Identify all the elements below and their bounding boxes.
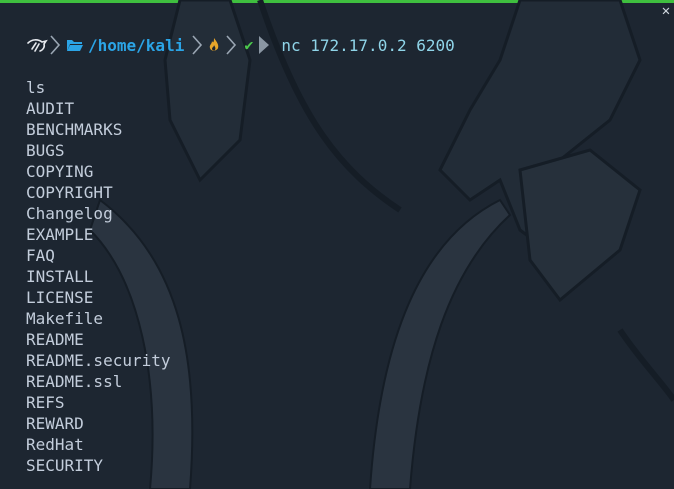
output-line: RedHat [26, 435, 84, 454]
output-line: README [26, 330, 84, 349]
output-line: BENCHMARKS [26, 120, 123, 139]
output-line: BUGS [26, 141, 65, 160]
close-icon[interactable]: ✕ [658, 4, 674, 18]
folder-open-icon [66, 34, 84, 56]
output-line: COPYRIGHT [26, 183, 113, 202]
segment-separator-icon [50, 35, 61, 55]
output-line: AUDIT [26, 99, 75, 118]
flame-icon [208, 34, 220, 56]
segment-separator-icon [226, 35, 237, 55]
terminal-window[interactable]: ✕ /home/kali ✔ nc 172.17.0.2 6200 ls AUD… [0, 0, 674, 489]
check-icon: ✔ [244, 36, 254, 54]
output-line: ls [26, 78, 46, 97]
output-line: README.ssl [26, 372, 123, 391]
command-input[interactable]: nc 172.17.0.2 6200 [281, 36, 454, 55]
output-line: INSTALL [26, 267, 94, 286]
segment-separator-icon [192, 35, 203, 55]
output-line: SECURITY [26, 456, 104, 475]
output-line: README.security [26, 351, 171, 370]
output-line: REWARD [26, 414, 84, 433]
output-line: REFS [26, 393, 65, 412]
shell-prompt: /home/kali ✔ nc 172.17.0.2 6200 [26, 34, 455, 56]
command-output: ls AUDIT BENCHMARKS BUGS COPYING COPYRIG… [26, 77, 171, 476]
current-directory: /home/kali [88, 35, 185, 55]
output-line: EXAMPLE [26, 225, 94, 244]
output-line: COPYING [26, 162, 94, 181]
kali-dragon-icon [26, 34, 48, 56]
prompt-end-separator-icon [259, 36, 270, 54]
output-line: LICENSE [26, 288, 94, 307]
output-line: Makefile [26, 309, 104, 328]
output-line: FAQ [26, 246, 55, 265]
output-line: Changelog [26, 204, 113, 223]
